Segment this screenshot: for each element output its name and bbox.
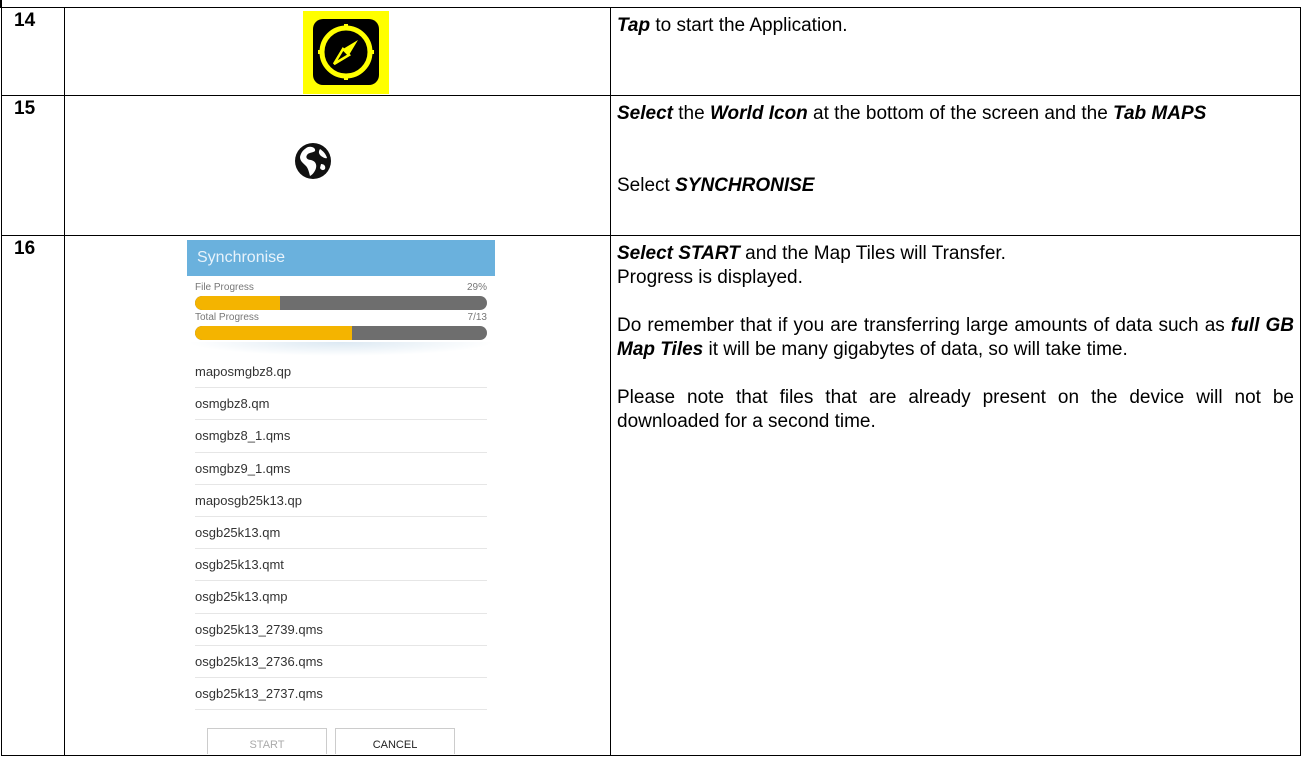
- step-row-14: 14 Tap to start the Application.: [1, 7, 1301, 96]
- file-list-item: osgb25k13_2736.qms: [195, 646, 487, 678]
- total-progress-fill: [195, 326, 353, 340]
- step-number: 15: [1, 95, 65, 236]
- select-emphasis: Select: [617, 103, 673, 124]
- total-progress-label: Total Progress: [195, 312, 259, 323]
- action-buttons: START CANCEL: [207, 728, 455, 754]
- file-progress-label: File Progress: [195, 282, 254, 293]
- screen-title: Synchronise: [187, 240, 495, 276]
- divider-shadow: [187, 342, 495, 356]
- file-list-item: osgb25k13.qmp: [195, 581, 487, 614]
- file-list-item: maposmgbz8.qp: [195, 356, 487, 389]
- file-progress-bar: [195, 296, 487, 310]
- step-number: 16: [1, 235, 65, 756]
- text-span: at the bottom of the screen and the: [807, 103, 1114, 124]
- total-progress-bar: [195, 326, 487, 340]
- text-span: Select: [617, 175, 676, 196]
- progress-note: Progress is displayed.: [617, 267, 803, 288]
- text-span: Do remember that if you are transferring…: [617, 315, 1231, 336]
- cancel-button[interactable]: CANCEL: [335, 728, 455, 754]
- file-list-item: osgb25k13_2739.qms: [195, 614, 487, 646]
- file-list-item: maposgb25k13.qp: [195, 485, 487, 517]
- total-progress-value: 7/13: [467, 312, 487, 323]
- instructions-table: 14 Tap to start the Application. 15 Sele…: [1, 7, 1301, 756]
- file-list-item: osmgbz9_1.qms: [195, 453, 487, 485]
- file-list-item: osgb25k13.qmt: [195, 549, 487, 582]
- step-number: 14: [1, 7, 65, 96]
- file-progress-value: 29%: [466, 282, 487, 293]
- tab-maps-emphasis: Tab MAPS: [1113, 103, 1207, 124]
- file-list-item: osmgbz8_1.qms: [195, 420, 487, 453]
- text-span: it will be many gigabytes of data, so wi…: [703, 339, 1128, 360]
- file-list-item: osgb25k13.qm: [195, 517, 487, 550]
- synchronise-screen: Synchronise File Progress 29% Total Progr…: [187, 240, 495, 754]
- total-progress: Total Progress 7/13: [195, 312, 487, 340]
- file-list-item: osmgbz8.qm: [195, 388, 487, 421]
- text-span: and the Map Tiles will Transfer.: [739, 243, 1006, 264]
- file-progress: File Progress 29%: [195, 282, 487, 310]
- step-text: Tap to start the Application.: [610, 7, 1301, 96]
- file-list: maposmgbz8.qp osmgbz8.qm osmgbz8_1.qms osmg…: [195, 356, 487, 711]
- world-icon-emphasis: World Icon: [709, 103, 808, 124]
- file-list-item: osgb25k13_2737.qms: [195, 678, 487, 711]
- tap-emphasis: Tap: [617, 15, 651, 36]
- globe-icon[interactable]: [294, 142, 332, 180]
- compass-icon: [313, 19, 379, 85]
- file-progress-fill: [195, 296, 280, 310]
- select-start-emphasis: Select START: [617, 243, 740, 264]
- step-text: Select the World Icon at the bottom of t…: [610, 95, 1301, 236]
- step-image-cell: [64, 7, 611, 96]
- step-text: Select START and the Map Tiles will Tran…: [610, 235, 1301, 756]
- step-image-cell: [64, 95, 611, 236]
- compass-app-icon[interactable]: [303, 11, 389, 94]
- step-row-16: 16 Synchronise File Progress 29% Total Pr…: [1, 235, 1301, 756]
- synchronise-emphasis: SYNCHRONISE: [675, 175, 815, 196]
- already-present-note: Please note that files that are already …: [617, 387, 1294, 432]
- text-span: the: [672, 103, 710, 124]
- start-button[interactable]: START: [207, 728, 327, 754]
- step-image-cell: Synchronise File Progress 29% Total Progr…: [64, 235, 611, 756]
- step-row-15: 15 Select the World Icon at the bottom o…: [1, 95, 1301, 236]
- tap-text: to start the Application.: [650, 15, 848, 36]
